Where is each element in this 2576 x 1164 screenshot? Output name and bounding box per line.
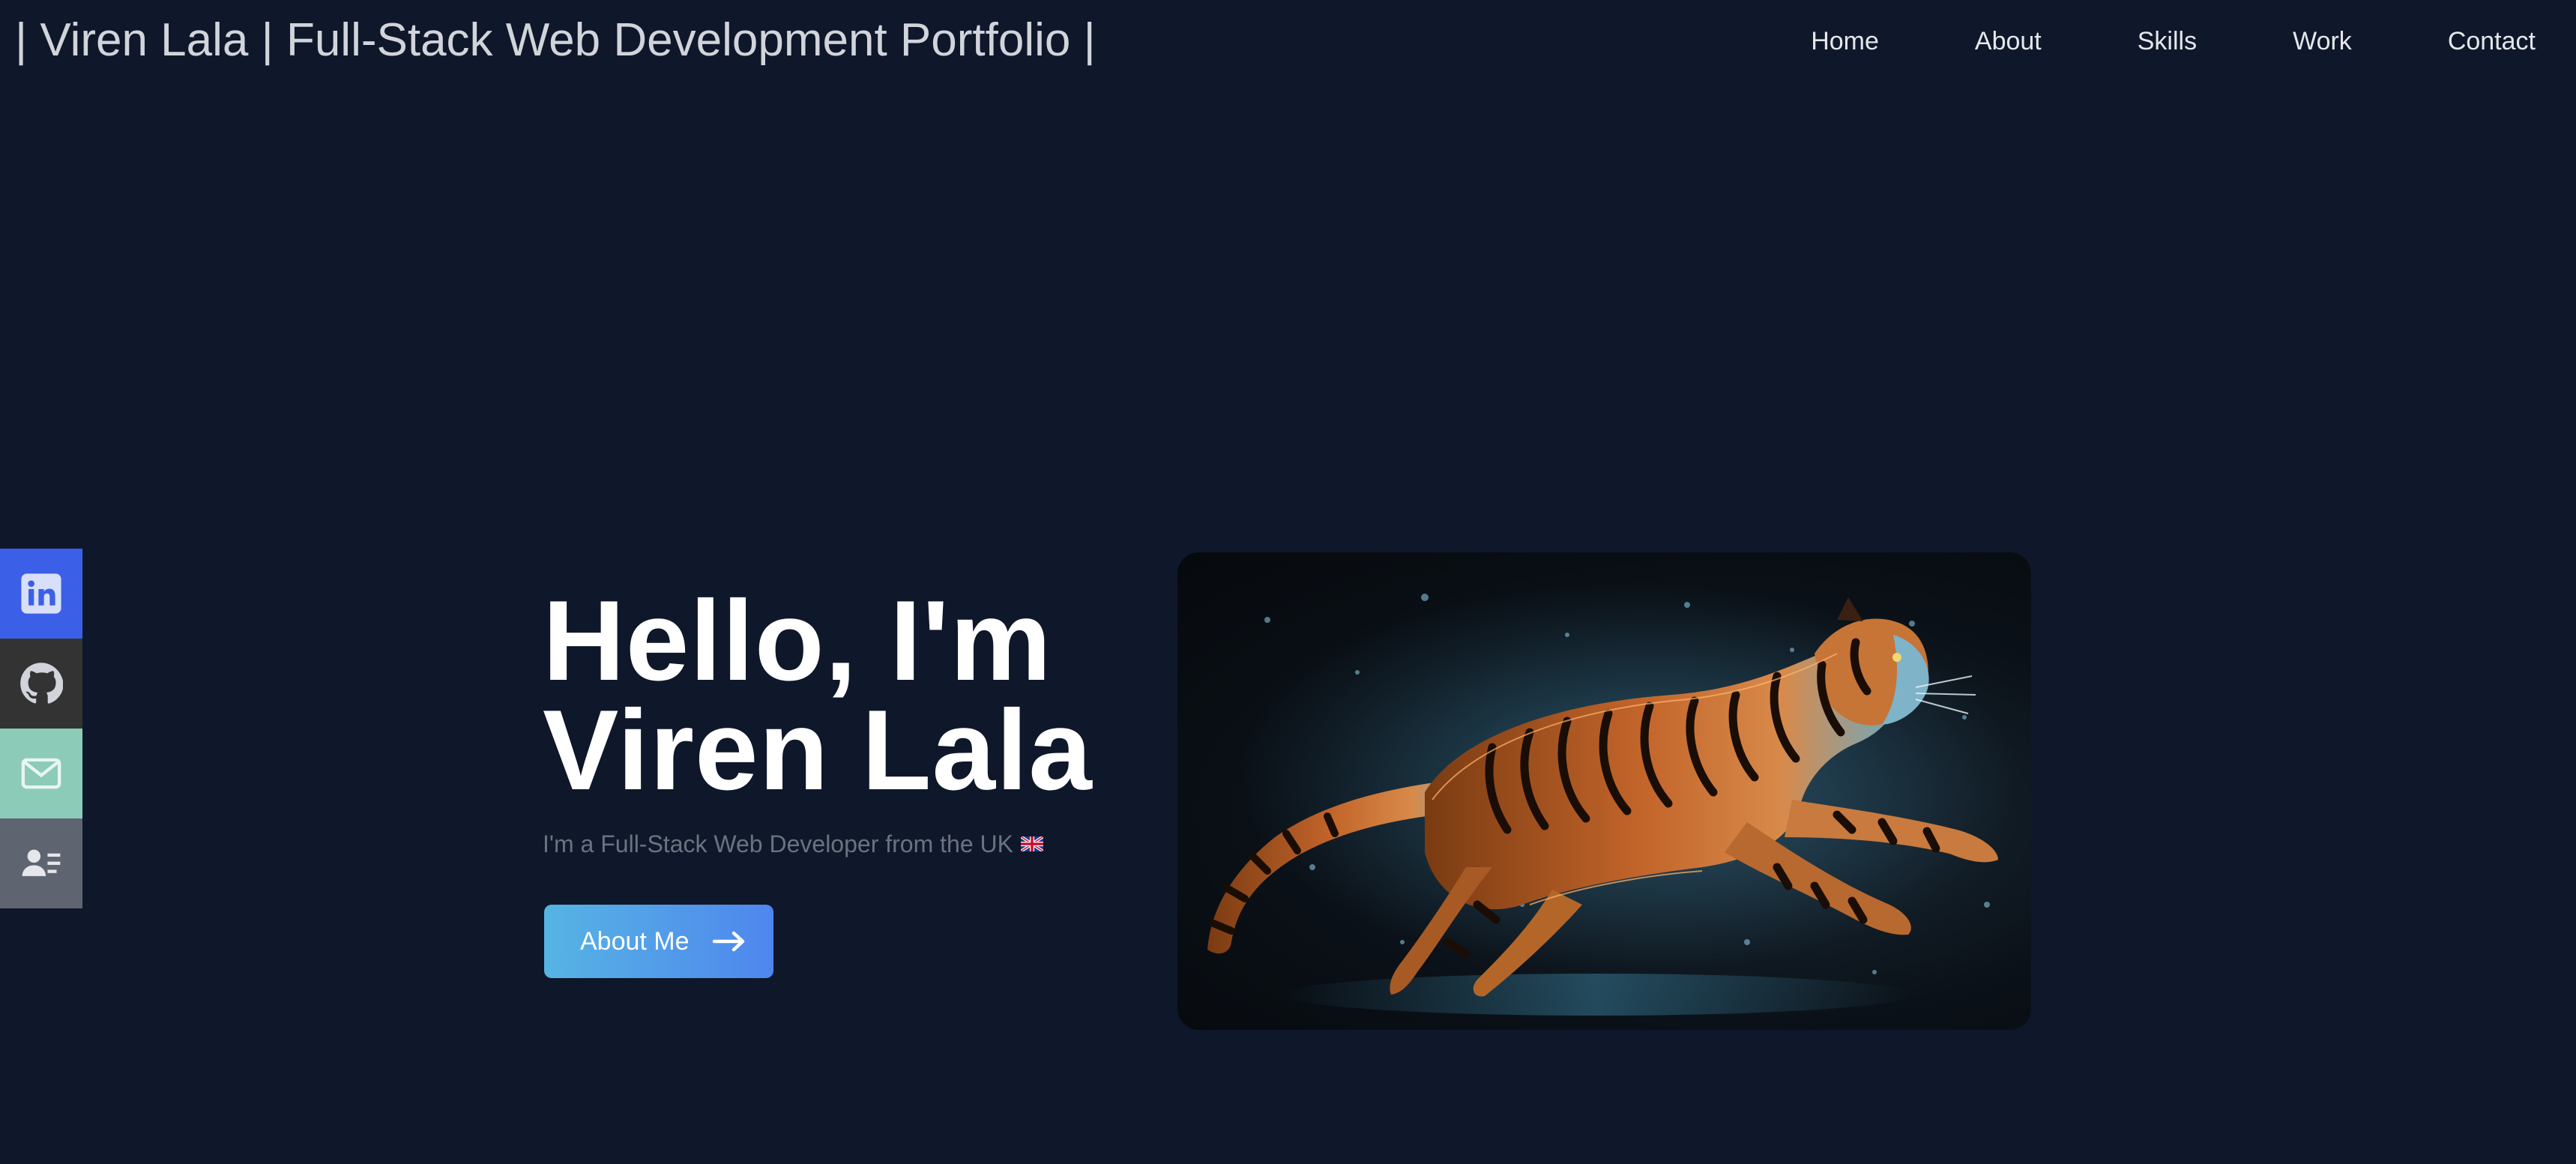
email-icon	[21, 758, 61, 789]
tiger-image	[1177, 552, 2031, 1030]
hero-title-line-1: Hello, I'm	[543, 577, 1052, 705]
email-link[interactable]	[0, 729, 82, 818]
nav-about[interactable]: About	[1975, 27, 2042, 56]
hero-text: Hello, I'm Viren Lala I'm a Full-Stack W…	[543, 584, 1112, 858]
hero-title: Hello, I'm Viren Lala	[543, 584, 1112, 807]
nav-contact[interactable]: Contact	[2448, 27, 2536, 56]
nav-skills[interactable]: Skills	[2138, 27, 2197, 56]
linkedin-link[interactable]	[0, 549, 82, 639]
arrow-right-icon	[712, 931, 744, 952]
nav-home[interactable]: Home	[1811, 27, 1879, 56]
site-header: | Viren Lala | Full-Stack Web Developmen…	[0, 0, 2576, 84]
about-me-button[interactable]: About Me	[544, 905, 773, 978]
github-icon	[20, 663, 63, 704]
hero-subtitle: I'm a Full-Stack Web Developer from the …	[543, 830, 1112, 858]
site-title: | Viren Lala | Full-Stack Web Developmen…	[15, 14, 1096, 66]
social-sidebar	[0, 549, 82, 908]
linkedin-icon	[21, 573, 61, 614]
resume-link[interactable]	[0, 818, 82, 908]
main-nav: Home About Skills Work Contact	[1811, 27, 2536, 56]
tiger-illustration	[1207, 582, 2017, 1016]
github-link[interactable]	[0, 639, 82, 729]
uk-flag-icon	[1020, 836, 1043, 851]
about-me-button-label: About Me	[580, 926, 690, 956]
hero-title-line-2: Viren Lala	[543, 687, 1093, 814]
nav-work[interactable]: Work	[2293, 27, 2352, 56]
hero-subtitle-text: I'm a Full-Stack Web Developer from the …	[543, 830, 1013, 857]
resume-icon	[22, 849, 61, 876]
